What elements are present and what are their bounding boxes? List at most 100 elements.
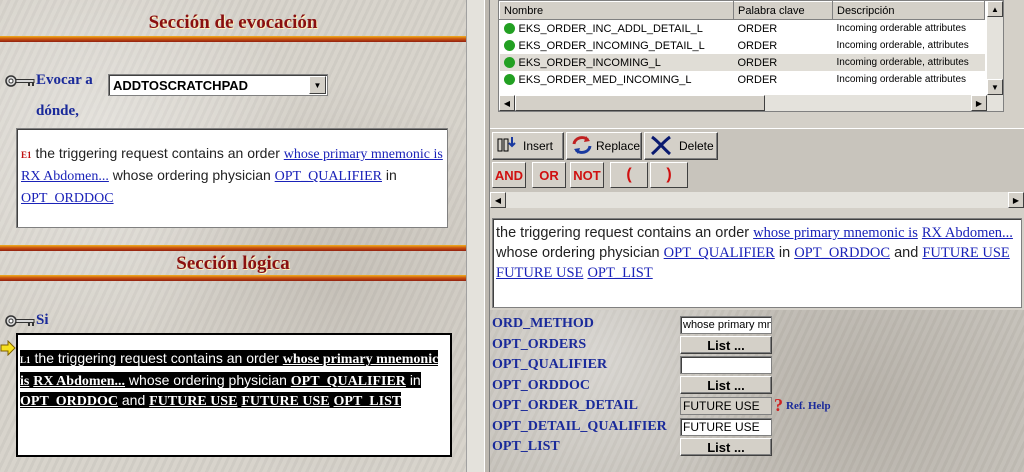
logic-rule-text: and — [121, 392, 146, 408]
insert-label: Insert — [523, 139, 554, 153]
logic-rule-box[interactable]: L1 the triggering request contains an ord… — [16, 333, 452, 457]
opt-list-link[interactable]: OPT_LIST — [587, 265, 652, 281]
preview-text: the triggering request contains an order — [496, 225, 750, 241]
preview-text: whose ordering physician — [496, 245, 660, 261]
template-description: Incoming orderable, attributes — [836, 40, 969, 51]
rx-abdomen-link[interactable]: RX Abdomen... — [33, 374, 125, 389]
delete-label: Delete — [679, 139, 714, 153]
mnemonic-link[interactable]: whose primary mnemonic is — [753, 225, 918, 241]
scroll-left-icon[interactable]: ◀ — [499, 95, 515, 111]
opt-orddoc-list-button[interactable]: List ... — [680, 376, 772, 394]
template-name: EKS_ORDER_INC_ADDL_DETAIL_L — [518, 22, 703, 35]
opt-orders-list-button[interactable]: List ... — [680, 336, 772, 354]
template-name: EKS_ORDER_MED_INCOMING_L — [518, 73, 692, 86]
param-label-opt-orddoc: OPT_ORDDOC — [492, 377, 590, 393]
future-use-link[interactable]: FUTURE USE — [241, 394, 329, 409]
not-button[interactable]: NOT — [570, 162, 604, 188]
key-icon — [4, 314, 36, 333]
ref-help-link[interactable]: Ref. Help — [786, 400, 831, 412]
evoke-rule-box[interactable]: E1 the triggering request contains an ord… — [16, 128, 448, 228]
evoke-rule-text: the triggering request contains an order — [35, 145, 280, 161]
opt-list-link[interactable]: OPT_LIST — [334, 394, 402, 409]
param-label-opt-qualifier: OPT_QUALIFIER — [492, 357, 608, 372]
future-use-link[interactable]: FUTURE USE — [496, 265, 583, 281]
open-paren-button[interactable]: ( — [610, 162, 648, 188]
opt-qualifier-link[interactable]: OPT_QUALIFIER — [664, 245, 775, 261]
chevron-down-icon[interactable]: ▼ — [309, 76, 326, 94]
opt-orddoc-link[interactable]: OPT_ORDDOC — [794, 245, 890, 261]
template-keyword: ORDER — [737, 22, 778, 35]
mnemonic-link[interactable]: whose primary mnemonic is — [284, 147, 443, 162]
scroll-left-icon[interactable]: ◀ — [490, 192, 506, 208]
list-item[interactable]: EKS_ORDER_INC_ADDL_DETAIL_L ORDER Incomi… — [500, 20, 985, 38]
scroll-right-icon[interactable]: ▶ — [1008, 192, 1024, 208]
template-keyword: ORDER — [737, 39, 778, 52]
delete-button[interactable]: Delete — [644, 132, 718, 160]
active-status-icon — [503, 74, 515, 86]
opt-qualifier-link[interactable]: OPT_QUALIFIER — [275, 169, 382, 184]
logic-rule-tag: L1 — [20, 355, 31, 365]
future-use-link[interactable]: FUTURE USE — [922, 245, 1009, 261]
list-horizontal-scrollbar[interactable]: ◀ ▶ — [499, 95, 1003, 111]
template-name: EKS_ORDER_INCOMING_L — [518, 56, 661, 69]
param-label-opt-list: OPT_LIST — [492, 439, 560, 454]
scroll-down-icon[interactable]: ▼ — [987, 79, 1003, 95]
preview-text: and — [894, 245, 919, 261]
rule-preview-box[interactable]: the triggering request contains an order… — [492, 218, 1022, 308]
or-button[interactable]: OR — [532, 162, 566, 188]
logic-divider-top — [0, 245, 466, 251]
evoke-select[interactable]: ADDTOSCRATCHPAD ▼ — [108, 74, 328, 96]
replace-button[interactable]: Replace — [566, 132, 642, 160]
insert-icon — [497, 135, 517, 158]
future-use-link[interactable]: FUTURE USE — [149, 394, 237, 409]
evocation-section-title: Sección de evocación — [148, 12, 318, 33]
scroll-up-icon[interactable]: ▲ — [987, 1, 1003, 17]
left-scrollbar[interactable] — [466, 0, 485, 472]
if-label: Si — [36, 312, 49, 328]
evoke-select-value: ADDTOSCRATCHPAD — [113, 78, 249, 93]
help-icon[interactable]: ? — [774, 396, 783, 414]
parameters-panel: ORD_METHOD OPT_ORDERS OPT_QUALIFIER OPT_… — [490, 310, 1024, 472]
opt-qualifier-link[interactable]: OPT_QUALIFIER — [291, 374, 406, 389]
and-button[interactable]: AND — [492, 162, 526, 188]
evoke-rule-tag: E1 — [21, 150, 32, 160]
template-name: EKS_ORDER_INCOMING_DETAIL_L — [518, 39, 705, 52]
rx-abdomen-link[interactable]: RX Abdomen... — [21, 169, 109, 184]
template-list[interactable]: Nombre Palabra clave Descripción EKS_ORD… — [498, 0, 1004, 112]
list-item-selected[interactable]: EKS_ORDER_INCOMING_L ORDER Incoming orde… — [499, 54, 985, 71]
replace-label: Replace — [596, 139, 641, 153]
evoke-rule-text: whose ordering physician — [112, 167, 271, 183]
replace-icon — [570, 134, 594, 159]
current-rule-arrow-icon — [0, 339, 16, 361]
logic-rule-text: in — [409, 371, 421, 388]
opt-detail-qualifier-field[interactable]: FUTURE USE — [680, 418, 772, 436]
column-header-name[interactable]: Nombre — [499, 1, 734, 20]
opt-orddoc-link[interactable]: OPT_ORDDOC — [21, 191, 114, 206]
toolbar-horizontal-scrollbar[interactable]: ◀ ▶ — [490, 192, 1024, 208]
rx-abdomen-link[interactable]: RX Abdomen... — [922, 225, 1013, 241]
delete-icon — [649, 134, 673, 159]
opt-orddoc-link[interactable]: OPT_ORDDOC — [20, 394, 118, 409]
scroll-right-icon[interactable]: ▶ — [971, 95, 987, 111]
column-header-keyword[interactable]: Palabra clave — [733, 1, 833, 20]
scroll-thumb[interactable] — [515, 95, 765, 111]
evoke-rule-text: in — [385, 167, 397, 183]
logic-rule-text: whose ordering physician — [128, 371, 287, 388]
list-item[interactable]: EKS_ORDER_MED_INCOMING_L ORDER Incoming … — [500, 71, 985, 88]
logic-rule-text: the triggering request contains an order — [34, 350, 279, 366]
logic-section-title: Sección lógica — [176, 253, 290, 274]
opt-qualifier-field[interactable] — [680, 356, 772, 374]
param-label-opt-detail-qualifier: OPT_DETAIL_QUALIFIER — [492, 418, 667, 434]
list-item[interactable]: EKS_ORDER_INCOMING_DETAIL_L ORDER Incomi… — [500, 37, 985, 54]
param-label-opt-order-detail: OPT_ORDER_DETAIL — [492, 398, 638, 413]
list-vertical-scrollbar[interactable]: ▲ ▼ — [987, 1, 1003, 95]
close-paren-button[interactable]: ) — [650, 162, 688, 188]
active-status-icon — [503, 23, 515, 35]
opt-order-detail-field[interactable]: FUTURE USE — [680, 397, 772, 415]
template-description: Incoming orderable attributes — [836, 23, 967, 34]
ord-method-field[interactable]: whose primary mn — [680, 316, 772, 334]
evoke-label: Evocar a — [36, 72, 93, 88]
column-header-description[interactable]: Descripción — [832, 1, 985, 20]
opt-list-list-button[interactable]: List ... — [680, 438, 772, 456]
insert-button[interactable]: Insert — [492, 132, 564, 160]
